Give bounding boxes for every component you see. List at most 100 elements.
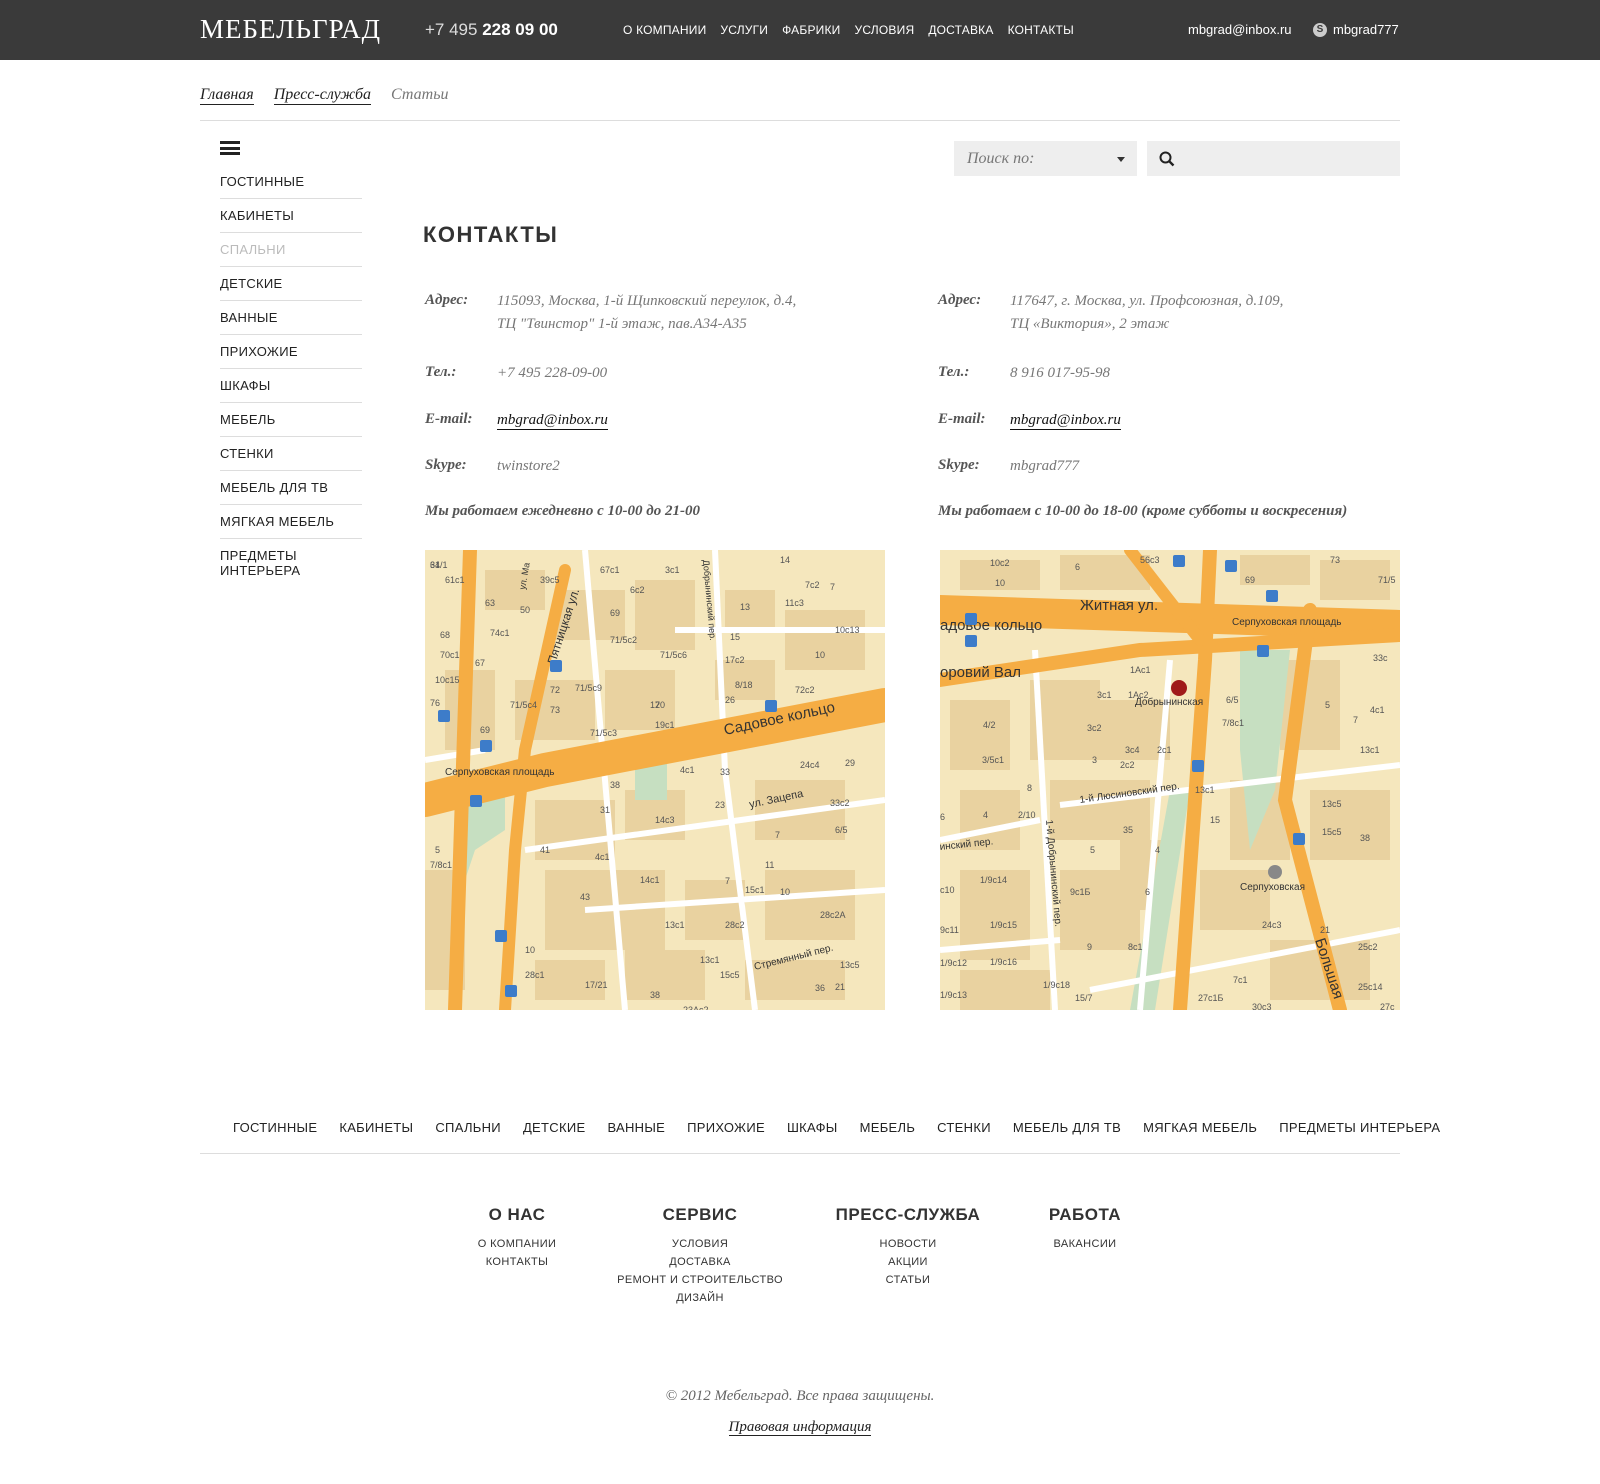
footer-cat-wardrobes[interactable]: ШКАФЫ bbox=[787, 1120, 838, 1135]
sidebar-item-soft-furniture[interactable]: МЯГКАЯ МЕБЕЛЬ bbox=[220, 505, 362, 539]
bus-stop-icon bbox=[1266, 590, 1278, 602]
footer-link[interactable]: УСЛОВИЯ bbox=[615, 1235, 785, 1253]
search-icon[interactable] bbox=[1159, 151, 1175, 167]
legal-info: Правовая информация bbox=[0, 1419, 1600, 1436]
footer-link[interactable]: ДОСТАВКА bbox=[615, 1253, 785, 1271]
footer-cat-bedrooms[interactable]: СПАЛЬНИ bbox=[435, 1120, 501, 1135]
house-number-label: 13с1 bbox=[665, 920, 685, 930]
house-number-label: 3с1 bbox=[665, 565, 680, 575]
map-2-label-square: Серпуховская площадь bbox=[1232, 617, 1342, 628]
nav-terms[interactable]: УСЛОВИЯ bbox=[855, 23, 915, 37]
footer-col-press: ПРЕСС-СЛУЖБА НОВОСТИ АКЦИИ СТАТЬИ bbox=[828, 1205, 988, 1289]
search-input[interactable] bbox=[1147, 141, 1400, 176]
house-number-label: 7 bbox=[775, 830, 780, 840]
breadcrumb-press[interactable]: Пресс-служба bbox=[273, 86, 372, 105]
house-number-label: 4 bbox=[983, 810, 988, 820]
nav-about[interactable]: О КОМПАНИИ bbox=[623, 23, 706, 37]
sidebar-item-bedrooms[interactable]: СПАЛЬНИ bbox=[220, 233, 362, 267]
map-1-label-square: Серпуховская площадь bbox=[445, 767, 555, 778]
sidebar-item-kids[interactable]: ДЕТСКИЕ bbox=[220, 267, 362, 301]
sidebar-item-bathrooms[interactable]: ВАННЫЕ bbox=[220, 301, 362, 335]
sidebar-item-wardrobes[interactable]: ШКАФЫ bbox=[220, 369, 362, 403]
house-number-label: 5 bbox=[1090, 845, 1095, 855]
header-skype[interactable]: S mbgrad777 bbox=[1313, 22, 1399, 37]
footer-cat-living-rooms[interactable]: ГОСТИННЫЕ bbox=[233, 1120, 317, 1135]
house-number-label: 15с1 bbox=[745, 885, 765, 895]
header-phone: +7 495 228 09 00 bbox=[425, 20, 558, 40]
footer-cat-kids[interactable]: ДЕТСКИЕ bbox=[523, 1120, 586, 1135]
house-number-label: 71/5 bbox=[1378, 575, 1396, 585]
sidebar-item-wall-units[interactable]: СТЕНКИ bbox=[220, 437, 362, 471]
house-number-label: 8/18 bbox=[735, 680, 753, 690]
map-2-label-street-1: Житная ул. bbox=[1080, 597, 1158, 614]
header-email[interactable]: mbgrad@inbox.ru bbox=[1188, 22, 1292, 37]
bus-stop-icon bbox=[480, 740, 492, 752]
footer-link[interactable]: О КОМПАНИИ bbox=[457, 1235, 577, 1253]
house-number-label: 13с5 bbox=[1322, 799, 1342, 809]
sidebar-item-furniture[interactable]: МЕБЕЛЬ bbox=[220, 403, 362, 437]
footer-link[interactable]: ДИЗАЙН bbox=[615, 1289, 785, 1307]
map-1[interactable]: Садовое кольцо Пятницкая ул. ул. Зацепа … bbox=[425, 550, 885, 1010]
footer-link[interactable]: СТАТЬИ bbox=[828, 1271, 988, 1289]
house-number-label: 27с1Б bbox=[1198, 993, 1224, 1003]
house-number-label: 20 bbox=[655, 700, 665, 710]
house-number-label: 13с1 bbox=[700, 955, 720, 965]
sidebar-item-hallways[interactable]: ПРИХОЖИЕ bbox=[220, 335, 362, 369]
nav-services[interactable]: УСЛУГИ bbox=[720, 23, 768, 37]
footer-link[interactable]: НОВОСТИ bbox=[828, 1235, 988, 1253]
footer-link[interactable]: КОНТАКТЫ bbox=[457, 1253, 577, 1271]
footer-cat-hallways[interactable]: ПРИХОЖИЕ bbox=[687, 1120, 765, 1135]
divider bbox=[200, 1153, 1400, 1154]
search-type-select[interactable]: Поиск по: bbox=[954, 141, 1137, 176]
house-number-label: 70с1 bbox=[440, 650, 460, 660]
house-number-label: 7/8с1 bbox=[1222, 718, 1244, 728]
sidebar-item-offices[interactable]: КАБИНЕТЫ bbox=[220, 199, 362, 233]
chevron-down-icon bbox=[1117, 157, 1125, 162]
sidebar-item-interior[interactable]: ПРЕДМЕТЫ ИНТЕРЬЕРА bbox=[220, 539, 362, 587]
nav-delivery[interactable]: ДОСТАВКА bbox=[928, 23, 993, 37]
footer-col-title: ПРЕСС-СЛУЖБА bbox=[835, 1205, 981, 1224]
house-number-label: 3с2 bbox=[1087, 723, 1102, 733]
phone-prefix: +7 495 bbox=[425, 20, 478, 39]
breadcrumb-current: Статьи bbox=[391, 86, 449, 103]
nav-factories[interactable]: ФАБРИКИ bbox=[782, 23, 840, 37]
footer-cat-wall-units[interactable]: СТЕНКИ bbox=[937, 1120, 991, 1135]
footer-link[interactable]: РЕМОНТ И СТРОИТЕЛЬСТВО bbox=[615, 1271, 785, 1289]
footer-cat-furniture[interactable]: МЕБЕЛЬ bbox=[860, 1120, 916, 1135]
sidebar-item-tv-furniture[interactable]: МЕБЕЛЬ ДЛЯ ТВ bbox=[220, 471, 362, 505]
footer-link[interactable]: АКЦИИ bbox=[828, 1253, 988, 1271]
footer-cat-interior[interactable]: ПРЕДМЕТЫ ИНТЕРЬЕРА bbox=[1279, 1120, 1440, 1135]
house-number-label: 28с1 bbox=[525, 970, 545, 980]
house-number-label: 10 bbox=[525, 945, 535, 955]
footer-cat-soft-furniture[interactable]: МЯГКАЯ МЕБЕЛЬ bbox=[1143, 1120, 1257, 1135]
house-number-label: 15 bbox=[730, 632, 740, 642]
house-number-label: 35 bbox=[1123, 825, 1133, 835]
logo[interactable]: МЕБЕЛЬГРАД bbox=[200, 14, 381, 45]
breadcrumb-home[interactable]: Главная bbox=[200, 86, 254, 105]
house-number-label: 23Ас2 bbox=[683, 1005, 709, 1010]
address-value: 117647, г. Москва, ул. Профсоюзная, д.10… bbox=[1010, 290, 1390, 336]
sidebar-item-living-rooms[interactable]: ГОСТИННЫЕ bbox=[220, 165, 362, 199]
house-number-label: 71/5с6 bbox=[660, 650, 687, 660]
house-number-label: 13с1 bbox=[1195, 785, 1215, 795]
email-link[interactable]: mbgrad@inbox.ru bbox=[1010, 411, 1121, 430]
email-label: E-mail: bbox=[425, 411, 473, 427]
house-number-label: 67с1 bbox=[600, 565, 620, 575]
footer-cat-offices[interactable]: КАБИНЕТЫ bbox=[339, 1120, 413, 1135]
footer-cat-bathrooms[interactable]: ВАННЫЕ bbox=[607, 1120, 665, 1135]
map-2[interactable]: Житная ул. адовое кольцо Серпуховская пл… bbox=[940, 550, 1400, 1010]
footer-cat-tv-furniture[interactable]: МЕБЕЛЬ ДЛЯ ТВ bbox=[1013, 1120, 1121, 1135]
nav-contacts[interactable]: КОНТАКТЫ bbox=[1008, 23, 1074, 37]
email-link[interactable]: mbgrad@inbox.ru bbox=[497, 411, 608, 430]
legal-link[interactable]: Правовая информация bbox=[728, 1419, 872, 1436]
house-number-label: 72с2 bbox=[795, 685, 815, 695]
house-number-label: 10 bbox=[995, 578, 1005, 588]
hamburger-icon[interactable] bbox=[220, 141, 240, 155]
footer-link[interactable]: ВАКАНСИИ bbox=[1035, 1235, 1135, 1253]
skype-label: Skype: bbox=[938, 457, 980, 473]
divider bbox=[200, 120, 1400, 121]
house-number-label: 6с2 bbox=[630, 585, 645, 595]
house-number-label: 1Ас2 bbox=[1128, 690, 1149, 700]
footer-col-title: РАБОТА bbox=[1048, 1205, 1122, 1224]
house-number-label: 4/2 bbox=[983, 720, 996, 730]
